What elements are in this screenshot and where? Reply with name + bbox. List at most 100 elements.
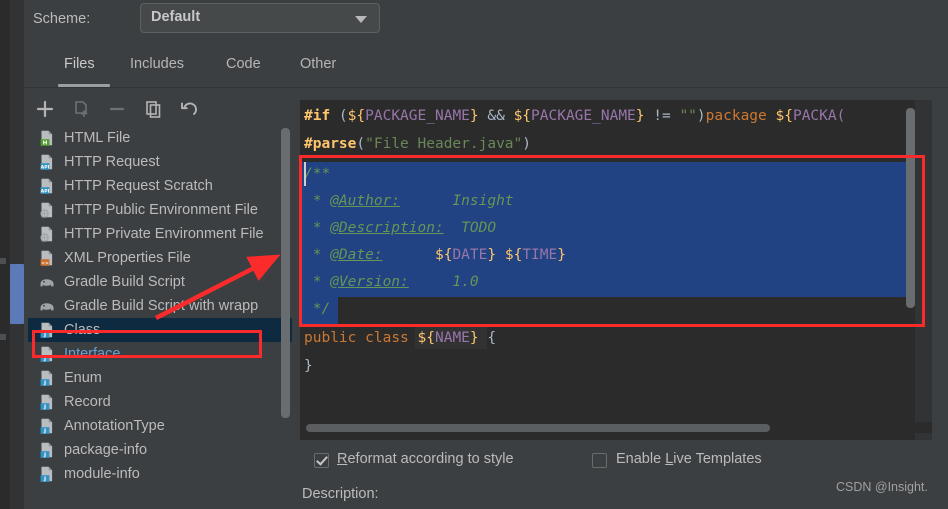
tab-code[interactable]: Code: [226, 56, 261, 72]
list-item[interactable]: HTTP Public Environment File: [28, 198, 292, 222]
reformat-checkbox[interactable]: [314, 453, 329, 468]
list-item[interactable]: H HTML File: [28, 126, 292, 150]
code-token: {: [356, 108, 366, 124]
code-token: }: [635, 108, 645, 124]
list-item[interactable]: <> XML Properties File: [28, 246, 292, 270]
list-item-label: module-info: [64, 466, 140, 482]
edge-strip-dark: [0, 0, 10, 509]
code-token: {: [478, 330, 497, 346]
code-token: *: [304, 274, 331, 290]
code-token: $: [434, 247, 444, 263]
http-env-file-icon: [38, 201, 56, 219]
template-list-panel: H HTML File API HTTP Request API HTTP Request…: [24, 94, 292, 509]
list-item[interactable]: API HTTP Request: [28, 150, 292, 174]
code-token: @Date:: [330, 247, 383, 263]
reset-icon[interactable]: [178, 98, 200, 120]
editor-selection-band: [300, 162, 928, 189]
code-token: package: [705, 108, 767, 124]
chevron-down-icon: [355, 16, 367, 23]
scheme-row: Scheme: Default: [24, 0, 948, 40]
code-token: ): [522, 136, 531, 152]
reformat-label-rest: eformat according to style: [347, 451, 514, 467]
list-item[interactable]: HTTP Private Environment File: [28, 222, 292, 246]
template-code-editor[interactable]: #if (${PACKAGE_NAME} && ${PACKAGE_NAME} …: [300, 100, 932, 440]
list-item[interactable]: J AnnotationType: [28, 414, 292, 438]
live-templates-checkbox[interactable]: [592, 453, 607, 468]
editor-line: #if (${PACKAGE_NAME} && ${PACKAGE_NAME} …: [304, 108, 845, 124]
list-item[interactable]: J Interface: [28, 342, 292, 366]
code-token: !=: [644, 108, 680, 124]
template-list[interactable]: H HTML File API HTTP Request API HTTP Request…: [28, 126, 292, 509]
svg-text:API: API: [41, 189, 50, 195]
list-item[interactable]: Gradle Build Script: [28, 270, 292, 294]
list-item[interactable]: API HTTP Request Scratch: [28, 174, 292, 198]
copy-file-icon[interactable]: [70, 98, 92, 120]
java-class-icon: J: [38, 417, 56, 435]
add-icon[interactable]: [34, 98, 56, 120]
code-token: @Description:: [330, 220, 444, 236]
list-item[interactable]: J Class: [28, 318, 292, 342]
code-token: $: [417, 330, 427, 346]
list-item-label: HTML File: [64, 130, 131, 146]
code-token: /**: [304, 166, 331, 182]
list-item[interactable]: Jmodule-info: [28, 462, 292, 486]
window-edge-strip: [0, 0, 24, 509]
list-item-label: XML Properties File: [64, 250, 191, 266]
list-item-label: Gradle Build Script: [64, 274, 185, 290]
svg-text:API: API: [41, 165, 50, 171]
remove-icon[interactable]: [106, 98, 128, 120]
tab-bar: Files Includes Code Other: [24, 44, 948, 88]
list-item-label: HTTP Request Scratch: [64, 178, 213, 194]
code-token: @Author:: [330, 193, 401, 209]
tab-includes[interactable]: Includes: [130, 56, 184, 72]
tab-files[interactable]: Files: [64, 56, 95, 72]
code-token: @Version:: [330, 274, 409, 290]
editor-horizontal-scrollbar-thumb[interactable]: [306, 424, 770, 432]
code-token: {: [513, 247, 523, 263]
code-token: (: [356, 136, 366, 152]
svg-text:J: J: [43, 429, 46, 435]
xml-file-icon: <>: [38, 249, 56, 267]
code-token: $: [513, 108, 523, 124]
java-class-icon: J: [38, 393, 56, 411]
editor-line: /**: [304, 166, 330, 182]
editor-line: }: [304, 358, 313, 374]
editor-line: public class ${NAME} {: [304, 330, 496, 346]
list-item[interactable]: J Enum: [28, 366, 292, 390]
list-item[interactable]: Jpackage-info: [28, 438, 292, 462]
code-token: }: [469, 330, 479, 346]
code-token: PACKA(: [792, 108, 846, 124]
template-list-scrollbar-thumb[interactable]: [281, 128, 290, 418]
editor-caret: [304, 162, 306, 186]
edge-tick-upper: [0, 258, 6, 264]
code-token: $: [504, 247, 514, 263]
list-item-label: HTTP Private Environment File: [64, 226, 264, 242]
scheme-dropdown[interactable]: Default: [140, 3, 380, 33]
duplicate-icon[interactable]: [142, 98, 164, 120]
svg-text:<>: <>: [41, 261, 49, 267]
list-item-label: Interface: [64, 346, 121, 362]
list-item-label: Class: [64, 322, 101, 338]
list-item[interactable]: J Record: [28, 390, 292, 414]
code-token: }: [469, 108, 479, 124]
svg-text:J: J: [43, 453, 46, 459]
reformat-checkbox-label[interactable]: Reformat according to style: [337, 451, 514, 467]
editor-right-gutter: [915, 100, 932, 440]
tab-other[interactable]: Other: [300, 56, 336, 72]
code-token: #parse: [304, 136, 357, 152]
html-file-icon: H: [38, 129, 56, 147]
edge-scrollbar-thumb[interactable]: [10, 264, 24, 324]
list-item[interactable]: Gradle Build Script with wrapp: [28, 294, 292, 318]
code-token: }: [487, 247, 497, 263]
code-token: ): [696, 108, 706, 124]
java-class-icon: J: [38, 369, 56, 387]
code-token: */: [304, 301, 331, 317]
svg-text:J: J: [43, 333, 46, 339]
live-templates-checkbox-label[interactable]: Enable Live Templates: [616, 451, 762, 467]
editor-vertical-scrollbar-thumb[interactable]: [906, 108, 915, 308]
svg-text:J: J: [43, 357, 46, 363]
scheme-dropdown-value: Default: [151, 9, 201, 25]
